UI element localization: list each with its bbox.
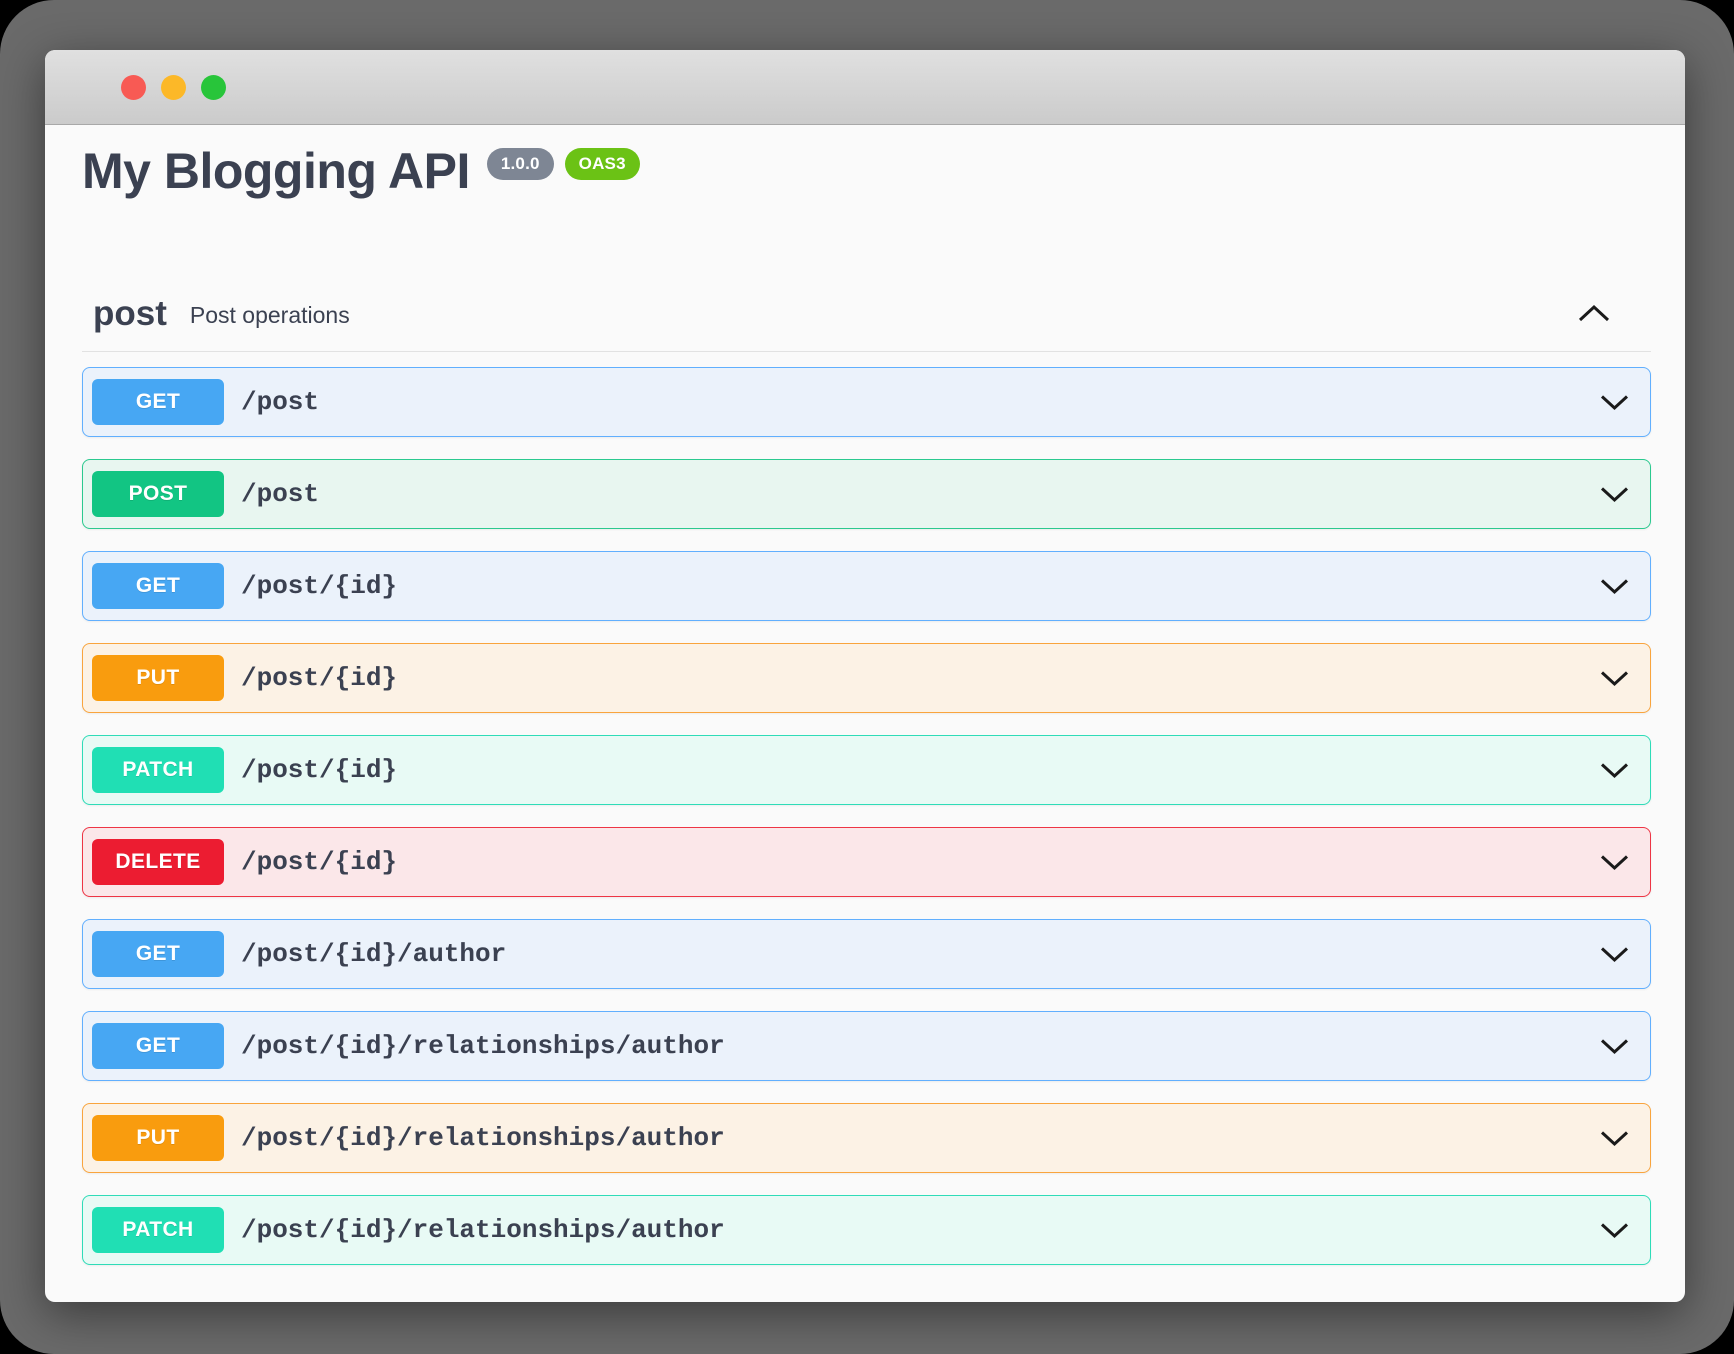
- operation-path: /post/{id}: [241, 755, 397, 785]
- chevron-down-icon[interactable]: [1600, 394, 1629, 411]
- operation-path: /post/{id}/relationships/author: [241, 1123, 725, 1153]
- zoom-button[interactable]: [201, 75, 226, 100]
- method-badge: PUT: [92, 655, 224, 701]
- method-badge: PATCH: [92, 747, 224, 793]
- version-badge: 1.0.0: [487, 148, 554, 180]
- operation-path: /post/{id}: [241, 847, 397, 877]
- page-content: My Blogging API 1.0.0 OAS3 post Post ope…: [45, 125, 1685, 1265]
- minimize-button[interactable]: [161, 75, 186, 100]
- operation-row[interactable]: PUT /post/{id}/relationships/author: [82, 1103, 1651, 1173]
- chevron-down-icon[interactable]: [1600, 670, 1629, 687]
- api-header: My Blogging API 1.0.0 OAS3: [82, 143, 1651, 200]
- window-controls: [121, 50, 226, 124]
- chevron-down-icon[interactable]: [1600, 1130, 1629, 1147]
- operation-row[interactable]: POST /post: [82, 459, 1651, 529]
- chevron-down-icon[interactable]: [1600, 946, 1629, 963]
- chevron-down-icon[interactable]: [1600, 578, 1629, 595]
- operation-row[interactable]: GET /post/{id}: [82, 551, 1651, 621]
- operation-row[interactable]: PATCH /post/{id}/relationships/author: [82, 1195, 1651, 1265]
- operations-list: GET /post POST /post GET /post/{id}: [82, 367, 1651, 1265]
- api-badges: 1.0.0 OAS3: [487, 148, 640, 180]
- operation-path: /post/{id}/relationships/author: [241, 1031, 725, 1061]
- chevron-down-icon[interactable]: [1600, 854, 1629, 871]
- operation-row[interactable]: DELETE /post/{id}: [82, 827, 1651, 897]
- oas-badge: OAS3: [565, 148, 640, 180]
- operation-row[interactable]: GET /post/{id}/relationships/author: [82, 1011, 1651, 1081]
- method-badge: PATCH: [92, 1207, 224, 1253]
- tag-description: Post operations: [190, 298, 350, 329]
- chevron-down-icon[interactable]: [1600, 486, 1629, 503]
- chevron-down-icon[interactable]: [1600, 762, 1629, 779]
- operation-path: /post: [241, 479, 319, 509]
- chevron-down-icon[interactable]: [1600, 1038, 1629, 1055]
- method-badge: GET: [92, 931, 224, 977]
- operation-path: /post/{id}: [241, 663, 397, 693]
- close-button[interactable]: [121, 75, 146, 100]
- operation-row[interactable]: GET /post: [82, 367, 1651, 437]
- method-badge: GET: [92, 379, 224, 425]
- operation-path: /post/{id}: [241, 571, 397, 601]
- method-badge: POST: [92, 471, 224, 517]
- chevron-down-icon[interactable]: [1600, 1222, 1629, 1239]
- chevron-up-icon[interactable]: [1577, 304, 1611, 323]
- window-backdrop: My Blogging API 1.0.0 OAS3 post Post ope…: [0, 0, 1734, 1354]
- method-badge: GET: [92, 563, 224, 609]
- method-badge: GET: [92, 1023, 224, 1069]
- method-badge: PUT: [92, 1115, 224, 1161]
- window-titlebar: [45, 50, 1685, 125]
- section-divider: [82, 351, 1651, 352]
- operation-path: /post/{id}/author: [241, 939, 506, 969]
- operation-path: /post/{id}/relationships/author: [241, 1215, 725, 1245]
- operation-row[interactable]: GET /post/{id}/author: [82, 919, 1651, 989]
- page-title: My Blogging API: [82, 143, 470, 200]
- tag-section-header[interactable]: post Post operations: [82, 296, 1651, 331]
- operation-path: /post: [241, 387, 319, 417]
- tag-name: post: [93, 296, 167, 331]
- operation-row[interactable]: PATCH /post/{id}: [82, 735, 1651, 805]
- app-window: My Blogging API 1.0.0 OAS3 post Post ope…: [45, 50, 1685, 1302]
- method-badge: DELETE: [92, 839, 224, 885]
- operation-row[interactable]: PUT /post/{id}: [82, 643, 1651, 713]
